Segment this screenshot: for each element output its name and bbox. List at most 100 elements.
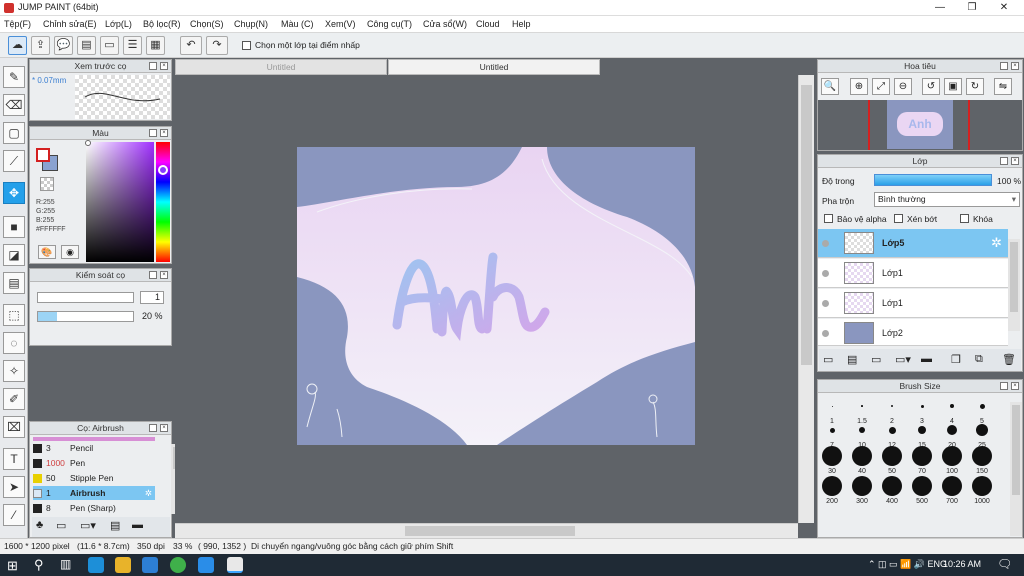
- brush-size-dot[interactable]: [942, 476, 962, 496]
- gradient-tool-icon[interactable]: ▤: [3, 272, 25, 294]
- zoom-icon[interactable]: 🔍: [821, 78, 839, 95]
- new-folder-icon[interactable]: ▬: [921, 353, 932, 365]
- palette-icon[interactable]: 🎨: [38, 245, 56, 259]
- brush-size-dot[interactable]: [918, 426, 926, 434]
- rotate-left-icon[interactable]: ↺: [922, 78, 940, 95]
- brush-size-dot[interactable]: [822, 476, 842, 496]
- new-brush-icon[interactable]: ▭: [56, 519, 66, 532]
- brush-size-dot[interactable]: [920, 404, 924, 408]
- eyedropper-tool-icon[interactable]: ⁄: [3, 504, 25, 526]
- cloud-brush-icon[interactable]: ♣: [36, 519, 43, 531]
- brush-folder-icon[interactable]: ▬: [132, 519, 143, 531]
- vertical-scroll-thumb[interactable]: [801, 85, 812, 365]
- rect-select-tool-icon[interactable]: ⬚: [3, 304, 25, 326]
- notification-icon[interactable]: 🗨: [997, 557, 1012, 571]
- brush-size-dot[interactable]: [861, 405, 863, 407]
- minimize-button[interactable]: —: [924, 0, 956, 16]
- brush-list-item[interactable]: 3 Pencil: [33, 441, 155, 455]
- popout-icon[interactable]: [149, 129, 157, 137]
- artwork-canvas[interactable]: [297, 147, 695, 445]
- visibility-icon[interactable]: [822, 330, 829, 337]
- upload-icon[interactable]: ⇪: [31, 36, 50, 55]
- layer-scroll-thumb[interactable]: [1010, 242, 1018, 312]
- layer-row-selected[interactable]: Lớp5 ✲: [818, 229, 1008, 258]
- rectangle-tool-icon[interactable]: ▢: [3, 122, 25, 144]
- layer-row[interactable]: Lớp2: [818, 319, 1008, 346]
- jump-paint-taskbar-icon[interactable]: [227, 557, 243, 573]
- brush-size-slider[interactable]: [37, 292, 134, 303]
- grid-settings-icon[interactable]: ▦: [146, 36, 165, 55]
- sv-cursor[interactable]: [85, 140, 91, 146]
- close-panel-icon[interactable]: ×: [160, 129, 168, 137]
- document-icon[interactable]: ▭: [100, 36, 119, 55]
- redo-icon[interactable]: ↷: [206, 36, 228, 55]
- brush-size-dot[interactable]: [947, 425, 957, 435]
- popout-icon[interactable]: [149, 424, 157, 432]
- rotate-right-icon[interactable]: ↻: [966, 78, 984, 95]
- layer-row[interactable]: Lớp1: [818, 289, 1008, 318]
- lock-checkbox[interactable]: [960, 214, 969, 223]
- popout-icon[interactable]: [149, 62, 157, 70]
- store-icon[interactable]: [142, 557, 158, 573]
- file-explorer-icon[interactable]: [115, 557, 131, 573]
- menu-file[interactable]: Tệp(F): [4, 19, 31, 29]
- clipping-checkbox[interactable]: [894, 214, 903, 223]
- close-panel-icon[interactable]: ×: [1011, 157, 1019, 165]
- brush-size-dot[interactable]: [852, 476, 872, 496]
- menu-select[interactable]: Chọn(S): [190, 19, 224, 29]
- visibility-icon[interactable]: [822, 240, 829, 247]
- bucket-tool-icon[interactable]: ◪: [3, 244, 25, 266]
- messenger-icon[interactable]: [198, 557, 214, 573]
- brush-size-dot[interactable]: [888, 426, 896, 434]
- brush-size-dot[interactable]: [859, 427, 865, 433]
- merge-layer-icon[interactable]: ⧉: [975, 353, 983, 366]
- menu-window[interactable]: Cửa sổ(W): [423, 19, 467, 29]
- operation-tool-icon[interactable]: ➤: [3, 476, 25, 498]
- popout-icon[interactable]: [149, 271, 157, 279]
- layer-row[interactable]: Lớp1: [818, 259, 1008, 288]
- popout-icon[interactable]: [1000, 62, 1008, 70]
- brush-size-dot[interactable]: [852, 446, 872, 466]
- line-tool-icon[interactable]: ⟋: [3, 150, 25, 172]
- new-color-layer-icon[interactable]: ▭: [871, 353, 881, 366]
- foreground-color-swatch[interactable]: [36, 148, 50, 162]
- comment-icon[interactable]: 💬: [54, 36, 73, 55]
- fit-icon[interactable]: ⤢: [872, 78, 890, 95]
- close-panel-icon[interactable]: ×: [1011, 62, 1019, 70]
- cloud-icon[interactable]: ☁: [8, 36, 27, 55]
- menu-view[interactable]: Xem(V): [325, 19, 356, 29]
- menu-layer[interactable]: Lớp(L): [105, 19, 132, 29]
- menu-color[interactable]: Màu (C): [281, 19, 314, 29]
- brush-list-item-selected[interactable]: 1 Airbrush ✲: [33, 486, 155, 500]
- task-view-icon[interactable]: ▥: [60, 557, 71, 571]
- navigator-preview[interactable]: Anh: [818, 100, 1022, 150]
- protect-alpha-checkbox[interactable]: [824, 214, 833, 223]
- brush-list-item[interactable]: 8 Pen (Sharp): [33, 501, 155, 515]
- menu-filter[interactable]: Bộ lọc(R): [143, 19, 181, 29]
- text-tool-icon[interactable]: T: [3, 448, 25, 470]
- edge-browser-icon[interactable]: [88, 557, 104, 573]
- vertical-scrollbar[interactable]: [798, 75, 814, 523]
- menu-help[interactable]: Help: [512, 19, 531, 29]
- brush-list-item[interactable]: 1000 Pen: [33, 456, 155, 470]
- system-tray-icons[interactable]: ⌃ ◫ ▭ 📶 🔊 ENG: [868, 559, 947, 570]
- brush-size-dot[interactable]: [831, 405, 833, 407]
- menu-capture[interactable]: Chụp(N): [234, 19, 268, 29]
- menu-edit[interactable]: Chỉnh sửa(E): [43, 19, 97, 29]
- menu-cloud[interactable]: Cloud: [476, 19, 500, 29]
- brush-size-dot[interactable]: [882, 476, 902, 496]
- brush-size-dot[interactable]: [979, 403, 985, 409]
- brush-tool-icon[interactable]: ✎: [3, 66, 25, 88]
- eraser-tool-icon[interactable]: ⌫: [3, 94, 25, 116]
- add-brush-icon[interactable]: ▭▾: [80, 519, 96, 532]
- gear-icon[interactable]: ✲: [991, 235, 1002, 251]
- brush-opacity-slider[interactable]: [37, 311, 134, 322]
- brush-settings-icon[interactable]: ▤: [110, 519, 120, 532]
- saturation-value-picker[interactable]: [86, 142, 154, 262]
- delete-layer-icon[interactable]: 🗑: [1002, 353, 1016, 366]
- close-panel-icon[interactable]: ×: [1011, 382, 1019, 390]
- brush-size-input[interactable]: 1: [140, 291, 164, 304]
- list-icon[interactable]: ☰: [123, 36, 142, 55]
- tab-untitled-2[interactable]: Untitled: [388, 59, 600, 75]
- zoom-in-icon[interactable]: ⊕: [850, 78, 868, 95]
